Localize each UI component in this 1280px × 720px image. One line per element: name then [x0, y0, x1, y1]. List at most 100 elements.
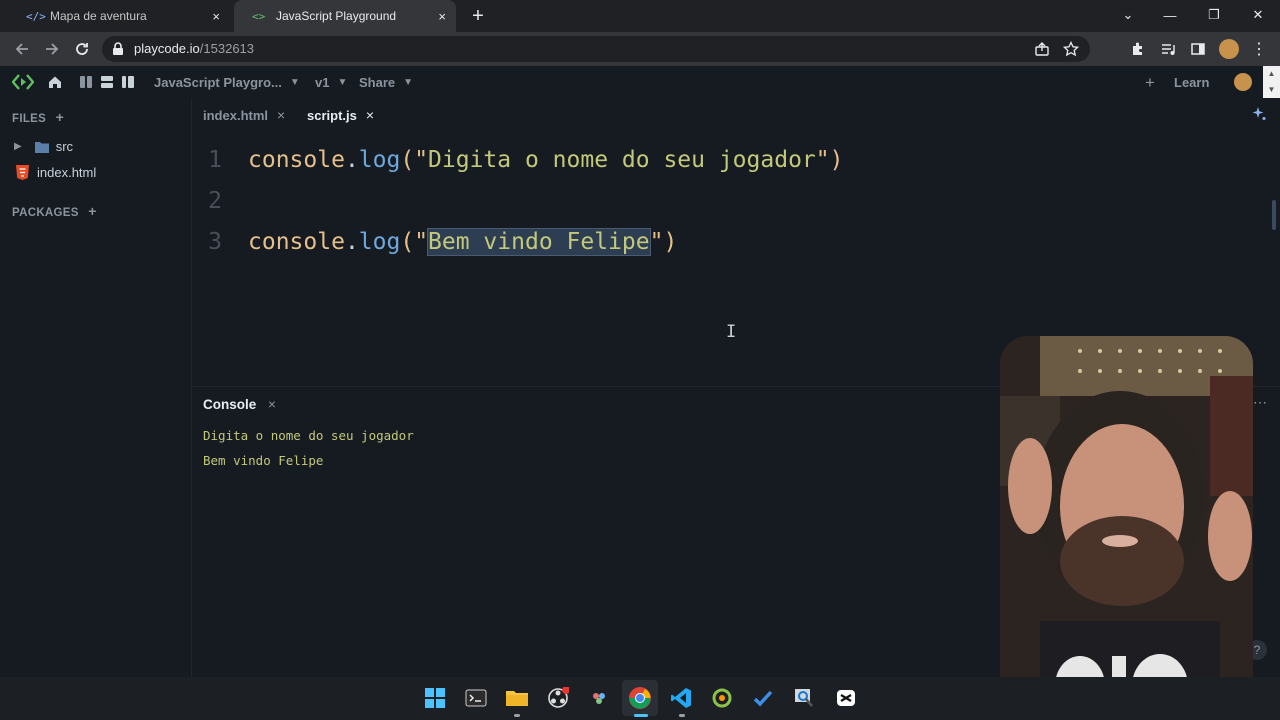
files-header: FILES + — [12, 109, 64, 125]
packages-header: PACKAGES + — [12, 203, 97, 219]
home-icon[interactable] — [47, 74, 63, 95]
code-token-close: ") — [815, 147, 844, 173]
profile-avatar[interactable] — [1219, 39, 1239, 59]
code-token-string: Digita o nome do seu jogador — [428, 147, 816, 173]
editor-scrollbar-thumb[interactable] — [1272, 200, 1276, 230]
layout-panel-icon[interactable] — [121, 75, 135, 94]
lock-icon[interactable] — [112, 42, 124, 61]
davinci-app-icon[interactable] — [581, 680, 617, 716]
code-token-close: ") — [649, 229, 678, 255]
close-tab-icon[interactable]: × — [277, 107, 285, 123]
webcam-overlay — [1000, 336, 1253, 720]
url-path: /1532613 — [199, 41, 255, 56]
page-scrollbar[interactable]: ▲ ▼ — [1263, 66, 1280, 98]
ai-sparkle-icon[interactable] — [1251, 106, 1267, 127]
add-button[interactable]: + — [1145, 66, 1155, 99]
project-name: JavaScript Playgro... — [154, 75, 282, 90]
chrome-app-icon[interactable] — [622, 680, 658, 716]
chrome-menu-icon[interactable]: ⋮ — [1245, 32, 1273, 66]
back-icon[interactable] — [8, 32, 36, 66]
add-file-button[interactable]: + — [56, 109, 64, 125]
tab-script-js[interactable]: script.js × — [307, 100, 374, 130]
windows-start-icon[interactable] — [417, 680, 453, 716]
close-tab-icon[interactable]: × — [212, 9, 220, 24]
tab-index-html[interactable]: index.html × — [203, 100, 285, 130]
vscode-app-icon[interactable] — [663, 680, 699, 716]
terminal-app-icon[interactable] — [458, 680, 494, 716]
sidebar-item-src[interactable]: ▶ src — [14, 139, 73, 154]
browser-tab-mapa[interactable]: </> Mapa de aventura × — [8, 0, 230, 32]
file-sidebar — [0, 99, 192, 689]
share-page-icon[interactable] — [1028, 32, 1056, 66]
packages-header-label: PACKAGES — [12, 207, 79, 219]
scroll-down-icon[interactable]: ▼ — [1263, 82, 1280, 98]
media-control-icon[interactable] — [1154, 32, 1182, 66]
console-output-line: Bem vindo Felipe — [203, 453, 324, 468]
line-number: 1 — [208, 147, 222, 173]
scroll-up-icon[interactable]: ▲ — [1263, 66, 1280, 82]
code-token-dot: . — [344, 147, 359, 173]
sidebar-item-label: index.html — [37, 165, 97, 180]
code-token-open: (" — [400, 229, 429, 255]
chevron-right-icon: ▶ — [14, 141, 22, 152]
layout-stack-icon[interactable] — [100, 75, 114, 94]
bookmark-star-icon[interactable] — [1057, 32, 1085, 66]
magnifier-app-icon[interactable] — [786, 680, 822, 716]
learn-link[interactable]: Learn — [1174, 66, 1209, 99]
close-window-button[interactable]: ✕ — [1238, 0, 1278, 30]
running-indicator — [514, 714, 520, 717]
url-host: playcode.io — [134, 41, 200, 56]
text-cursor-icon: I — [726, 322, 737, 342]
sharex-app-icon[interactable] — [704, 680, 740, 716]
add-package-button[interactable]: + — [88, 203, 96, 219]
chevron-down-icon: ▼ — [403, 77, 414, 88]
code-token-dot: . — [344, 229, 359, 255]
side-panel-icon[interactable] — [1184, 32, 1212, 66]
tab-label: index.html — [203, 107, 269, 123]
code-line-1[interactable]: 1 console.log("Digita o nome do seu jogad… — [204, 140, 843, 180]
file-explorer-icon[interactable] — [499, 680, 535, 716]
tab-title: JavaScript Playground — [276, 9, 397, 23]
sidebar-item-index-html[interactable]: index.html — [16, 165, 96, 180]
playcode-icon: <> — [252, 9, 266, 23]
active-indicator — [634, 714, 648, 717]
code-token-object: console — [248, 147, 345, 173]
presenter-photo — [1000, 336, 1253, 720]
code-line-2[interactable]: 2 — [204, 181, 248, 221]
share-dropdown[interactable]: Share ▼ — [359, 66, 413, 99]
line-number: 2 — [208, 188, 222, 214]
console-title: Console — [203, 397, 257, 412]
project-name-dropdown[interactable]: JavaScript Playgro... ▼ — [154, 66, 300, 99]
version-dropdown[interactable]: v1 ▼ — [315, 66, 347, 99]
code-line-3[interactable]: 3 console.log("Bem vindo Felipe") — [204, 222, 677, 262]
layout-split-icon[interactable] — [79, 75, 93, 94]
files-header-label: FILES — [12, 113, 47, 125]
user-avatar[interactable] — [1234, 73, 1252, 91]
console-more-icon[interactable]: ⋯ — [1253, 394, 1267, 411]
code-token-object: console — [248, 229, 345, 255]
browser-tab-playground[interactable]: <> JavaScript Playground × — [234, 0, 456, 32]
chevron-down-icon: ▼ — [337, 77, 348, 88]
tab-title: Mapa de aventura — [50, 9, 147, 23]
close-tab-icon[interactable]: × — [366, 107, 374, 123]
running-indicator — [679, 714, 685, 717]
tab-search-icon[interactable]: ⌄ — [1108, 0, 1148, 30]
capcut-app-icon[interactable] — [828, 680, 864, 716]
console-header: Console × — [203, 397, 276, 412]
obs-app-icon[interactable] — [540, 680, 576, 716]
new-tab-button[interactable]: + — [466, 4, 490, 28]
reload-icon[interactable] — [68, 32, 96, 66]
code-token-function: log — [358, 229, 401, 255]
chevron-down-icon: ▼ — [289, 77, 300, 88]
close-tab-icon[interactable]: × — [438, 9, 446, 24]
playcode-logo-icon[interactable] — [11, 72, 35, 97]
todo-app-icon[interactable] — [745, 680, 781, 716]
forward-icon[interactable] — [38, 32, 66, 66]
console-output-line: Digita o nome do seu jogador — [203, 428, 414, 443]
minimize-button[interactable]: — — [1150, 0, 1190, 30]
extensions-icon[interactable] — [1124, 32, 1152, 66]
url-text[interactable]: playcode.io/1532613 — [134, 40, 254, 58]
code-icon: </> — [26, 9, 46, 23]
restore-button[interactable]: ❐ — [1194, 0, 1234, 30]
close-console-icon[interactable]: × — [268, 397, 276, 412]
